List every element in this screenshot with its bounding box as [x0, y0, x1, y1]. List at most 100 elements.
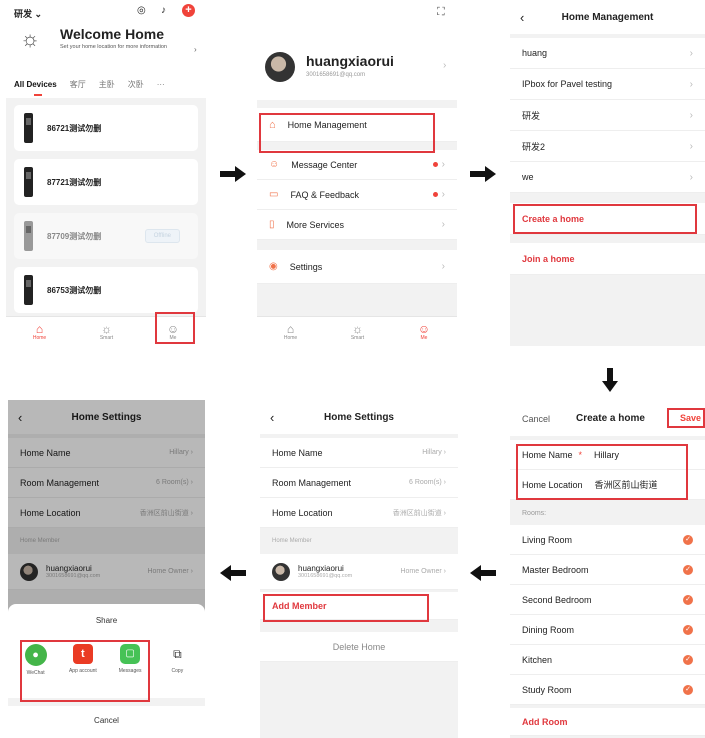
home-list-item[interactable]: 研发2 ›: [510, 131, 705, 162]
home-location-field[interactable]: Home Location 香洲区前山街道: [510, 470, 705, 500]
device-card[interactable]: 87709测试勿删 Offline: [14, 213, 198, 259]
scan-icon[interactable]: ⛶: [437, 6, 445, 19]
gear-icon: ◉: [269, 261, 278, 272]
share-copy[interactable]: ⧉ Copy: [157, 644, 197, 676]
chevron-right-icon: ›: [441, 261, 445, 272]
messages-icon: ▢: [120, 644, 141, 664]
create-home-label: Create a home: [522, 213, 585, 224]
home-name-field[interactable]: Home Name * Hillary: [510, 440, 705, 470]
home-list-item[interactable]: we ›: [510, 162, 705, 193]
share-wechat[interactable]: ● WeChat: [16, 644, 56, 676]
menu-home-management[interactable]: ⌂ Home Management: [257, 108, 457, 142]
home-settings-screen: ‹ Home Settings Home Name Hillary › Room …: [260, 400, 458, 738]
add-member-label: Add Member: [272, 600, 327, 611]
back-icon[interactable]: ‹: [520, 10, 524, 25]
checkmark-icon[interactable]: ✓: [683, 564, 693, 575]
delete-home-button[interactable]: Delete Home: [260, 632, 458, 662]
chevron-right-icon: ›: [443, 449, 446, 456]
room-item[interactable]: Kitchen ✓: [510, 645, 705, 675]
room-item[interactable]: Second Bedroom ✓: [510, 585, 705, 615]
back-icon[interactable]: ‹: [270, 410, 274, 425]
room-count: 6 Room(s): [409, 479, 442, 486]
device-name: 86721测试勿删: [47, 123, 102, 133]
share-divider: [8, 698, 205, 706]
tab-second-bedroom[interactable]: 次卧: [128, 79, 144, 90]
home-name-value: Hillary: [422, 449, 442, 456]
row-label: Room Management: [272, 477, 352, 488]
share-app-account[interactable]: t App account: [63, 644, 103, 676]
tabbar-home[interactable]: ⌂ Home: [284, 323, 297, 341]
room-item[interactable]: Dining Room ✓: [510, 615, 705, 645]
tabbar-me[interactable]: ☺ Me: [418, 323, 430, 341]
device-card[interactable]: 86721测试勿删: [14, 105, 198, 151]
welcome-title: Welcome Home: [60, 26, 164, 42]
home-location-row[interactable]: Home Location 香洲区前山街道 ›: [260, 498, 458, 528]
checkmark-icon[interactable]: ✓: [683, 534, 693, 545]
menu-label: Settings: [289, 261, 323, 272]
me-screen: ⛶ huangxiaorui 3001658691@qq.com › ⌂ Home…: [257, 0, 457, 346]
checkmark-icon[interactable]: ✓: [683, 594, 693, 605]
share-cancel-button[interactable]: Cancel: [8, 716, 205, 725]
share-label: Messages: [118, 668, 142, 674]
cancel-button[interactable]: Cancel: [522, 414, 550, 424]
room-item[interactable]: Study Room ✓: [510, 675, 705, 705]
share-label: WeChat: [26, 670, 45, 676]
tabbar-smart[interactable]: ☼ Smart: [100, 323, 113, 341]
room-item[interactable]: Master Bedroom ✓: [510, 555, 705, 585]
add-member-button[interactable]: Add Member: [260, 592, 458, 620]
sun-icon: ☼: [20, 26, 41, 51]
camera-icon[interactable]: ◎: [137, 5, 146, 16]
room-name: Second Bedroom: [522, 594, 592, 605]
room-management-row[interactable]: Room Management 6 Room(s) ›: [260, 468, 458, 498]
share-label: App account: [68, 668, 97, 674]
tab-all-devices[interactable]: All Devices: [14, 80, 57, 89]
menu-label: FAQ & Feedback: [290, 189, 359, 200]
home-name: 研发2: [522, 141, 546, 152]
tab-more[interactable]: ···: [157, 80, 165, 89]
home-name-row[interactable]: Home Name Hillary ›: [260, 438, 458, 468]
tabbar-smart[interactable]: ☼ Smart: [351, 323, 364, 341]
checkmark-icon[interactable]: ✓: [683, 654, 693, 665]
location-selector[interactable]: 研发 ⌄: [14, 7, 42, 20]
member-header: Home Member: [272, 538, 312, 544]
chevron-right-icon: ›: [689, 171, 693, 183]
copy-icon: ⧉: [173, 647, 182, 661]
page-title: Home Settings: [323, 411, 394, 423]
create-home-button[interactable]: Create a home: [510, 203, 705, 235]
share-messages[interactable]: ▢ Messages: [110, 644, 150, 676]
add-icon[interactable]: +: [182, 4, 195, 17]
menu-label: More Services: [286, 219, 345, 230]
member-row[interactable]: huangxiaorui 3001658691@qq.com Home Owner…: [260, 554, 458, 590]
menu-more-services[interactable]: ▯ More Services ›: [257, 210, 457, 240]
arrow-right-icon: [470, 166, 496, 182]
tabbar-home[interactable]: ⌂ Home: [33, 323, 46, 341]
device-card[interactable]: 87721测试勿删: [14, 159, 198, 205]
save-button[interactable]: Save: [680, 413, 701, 423]
checkmark-icon[interactable]: ✓: [683, 624, 693, 635]
room-name: Master Bedroom: [522, 564, 589, 575]
tabbar-me[interactable]: ☺ Me: [167, 323, 179, 341]
tab-master-bedroom[interactable]: 主卧: [99, 79, 115, 90]
device-card[interactable]: 86753测试勿删: [14, 267, 198, 313]
menu-label: Home Management: [287, 119, 367, 130]
microphone-icon[interactable]: ♪: [161, 5, 166, 16]
tabbar-label: Smart: [99, 334, 114, 341]
add-room-button[interactable]: Add Room: [510, 708, 705, 736]
create-home-screen: Cancel Create a home Save Home Name * Hill…: [510, 400, 705, 738]
home-list-item[interactable]: IPbox for Pavel testing ›: [510, 69, 705, 100]
checkmark-icon[interactable]: ✓: [683, 684, 693, 695]
room-item[interactable]: Living Room ✓: [510, 525, 705, 555]
home-list-item[interactable]: huang ›: [510, 38, 705, 69]
row-label: Home Location: [272, 507, 333, 518]
arrow-down-icon: [602, 368, 618, 392]
join-home-button[interactable]: Join a home: [510, 243, 705, 275]
tab-underline: [34, 94, 42, 96]
menu-faq-feedback[interactable]: ▭ FAQ & Feedback ›: [257, 180, 457, 210]
chevron-right-icon: ›: [194, 45, 197, 54]
tab-living-room[interactable]: 客厅: [70, 79, 86, 90]
home-list-item[interactable]: 研发 ›: [510, 100, 705, 131]
avatar[interactable]: [265, 52, 295, 82]
welcome-subtitle[interactable]: Set your home location for more informat…: [60, 44, 170, 51]
menu-message-center[interactable]: ☺ Message Center ›: [257, 150, 457, 180]
menu-settings[interactable]: ◉ Settings ›: [257, 250, 457, 284]
